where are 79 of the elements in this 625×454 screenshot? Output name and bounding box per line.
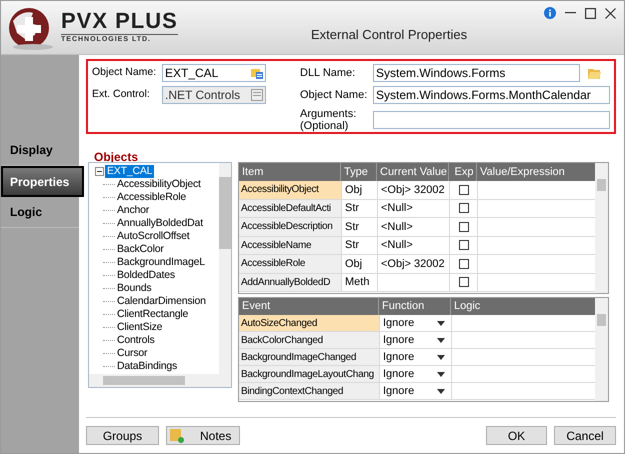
tree-item[interactable]: BoldedDates: [116, 269, 176, 282]
tree-item[interactable]: ClientRectangle: [116, 308, 190, 321]
note-icon: [170, 428, 184, 442]
collapse-icon[interactable]: [95, 167, 104, 176]
table-cell: Str: [341, 236, 377, 254]
tree-item[interactable]: AccessibleRole: [116, 191, 187, 204]
notes-button[interactable]: Notes: [166, 426, 240, 445]
tree-item[interactable]: BackgroundImageL: [116, 256, 206, 269]
checkbox[interactable]: [458, 222, 468, 232]
tree-item[interactable]: Controls: [116, 334, 156, 347]
scrollbar[interactable]: [219, 163, 231, 375]
info-icon[interactable]: [544, 7, 556, 19]
folder-list-icon[interactable]: [251, 67, 263, 79]
table-cell: AccessibleRole: [239, 255, 341, 272]
sidebar-tab[interactable]: Logic: [1, 197, 79, 228]
dropdown-arrow-icon[interactable]: [437, 388, 445, 394]
tree-item[interactable]: Anchor: [116, 204, 150, 217]
table-cell: Meth: [341, 274, 377, 291]
tree-item[interactable]: Cursor: [116, 347, 148, 360]
groups-button[interactable]: Groups: [86, 426, 159, 445]
table-cell: <Obj> 32002: [377, 181, 449, 198]
field-label: Object Name:: [300, 88, 368, 103]
table-cell: <Null>: [377, 236, 449, 254]
checkbox[interactable]: [458, 203, 468, 214]
table-cell: Str: [341, 218, 377, 236]
table-cell: BackgroundImageChanged: [239, 349, 379, 365]
dropdown-arrow-icon[interactable]: [437, 354, 445, 360]
sidebar-tab[interactable]: Properties: [1, 166, 84, 197]
ok-button[interactable]: OK: [486, 426, 547, 445]
tree-item[interactable]: EXT_CAL: [105, 165, 154, 178]
field-label: Object Name:: [92, 65, 158, 80]
dropdown-arrow-icon[interactable]: [437, 338, 445, 342]
table-cell: BackColorChanged: [239, 332, 379, 348]
column-header: Type: [341, 163, 377, 181]
checkbox[interactable]: [458, 258, 468, 269]
table-cell: BackgroundImageLayoutChang: [239, 366, 379, 382]
table-cell: AccessibleDefaultActi: [239, 200, 341, 217]
tree-item[interactable]: CalendarDimension: [116, 295, 207, 308]
tree-item[interactable]: BackColor: [116, 243, 165, 256]
field-label: Ext. Control:: [92, 87, 151, 102]
tree-item[interactable]: AnnuallyBoldedDat: [116, 217, 204, 230]
table-cell: <Obj> 32002: [377, 255, 449, 272]
column-header: Exp: [449, 163, 477, 181]
object-name-field[interactable]: EXT_CAL: [162, 64, 266, 82]
window-title: External Control Properties: [311, 26, 468, 44]
minimize-icon[interactable]: [565, 12, 576, 14]
table-cell: AccessibilityObject: [239, 181, 341, 198]
tree-item[interactable]: ClientSize: [116, 321, 164, 334]
scrollbar[interactable]: [89, 374, 231, 387]
field-label: DLL Name:: [300, 66, 356, 81]
tree-item[interactable]: Bounds: [116, 282, 152, 295]
table-cell: AccessibleDescription: [239, 218, 341, 236]
tree-item[interactable]: AutoScrollOffset: [116, 230, 190, 243]
table-cell: Obj: [341, 181, 377, 198]
checkbox[interactable]: [458, 277, 468, 288]
dropdown-arrow-icon[interactable]: [437, 372, 445, 376]
tree-item[interactable]: DataBindings: [116, 360, 178, 373]
table-cell: BindingContextChanged: [239, 383, 379, 399]
table-cell: AccessibleName: [239, 236, 341, 254]
checkbox[interactable]: [458, 184, 468, 195]
table-cell: AutoSizeChanged: [239, 315, 379, 331]
field-label: Arguments: (Optional): [300, 108, 358, 132]
table-cell: <Null>: [377, 200, 449, 217]
section-heading: Objects: [94, 149, 140, 163]
column-header: Current Value: [377, 163, 449, 181]
table-cell: Obj: [341, 255, 377, 272]
cancel-button[interactable]: Cancel: [554, 426, 616, 445]
close-icon[interactable]: [605, 8, 616, 18]
dropdown-arrow-icon[interactable]: [437, 320, 445, 326]
table-cell: <Null>: [377, 218, 449, 236]
arguments-field[interactable]: [373, 111, 610, 129]
checkbox[interactable]: [458, 240, 468, 250]
tree-item[interactable]: AccessibilityObject: [116, 178, 202, 191]
scrollbar[interactable]: [595, 163, 608, 293]
table-cell: Str: [341, 200, 377, 217]
logo-title: PVX PLUS: [61, 10, 178, 32]
maximize-icon[interactable]: [585, 8, 596, 18]
scrollbar[interactable]: [595, 298, 608, 401]
table-cell: AddAnnuallyBoldedD: [239, 274, 341, 291]
